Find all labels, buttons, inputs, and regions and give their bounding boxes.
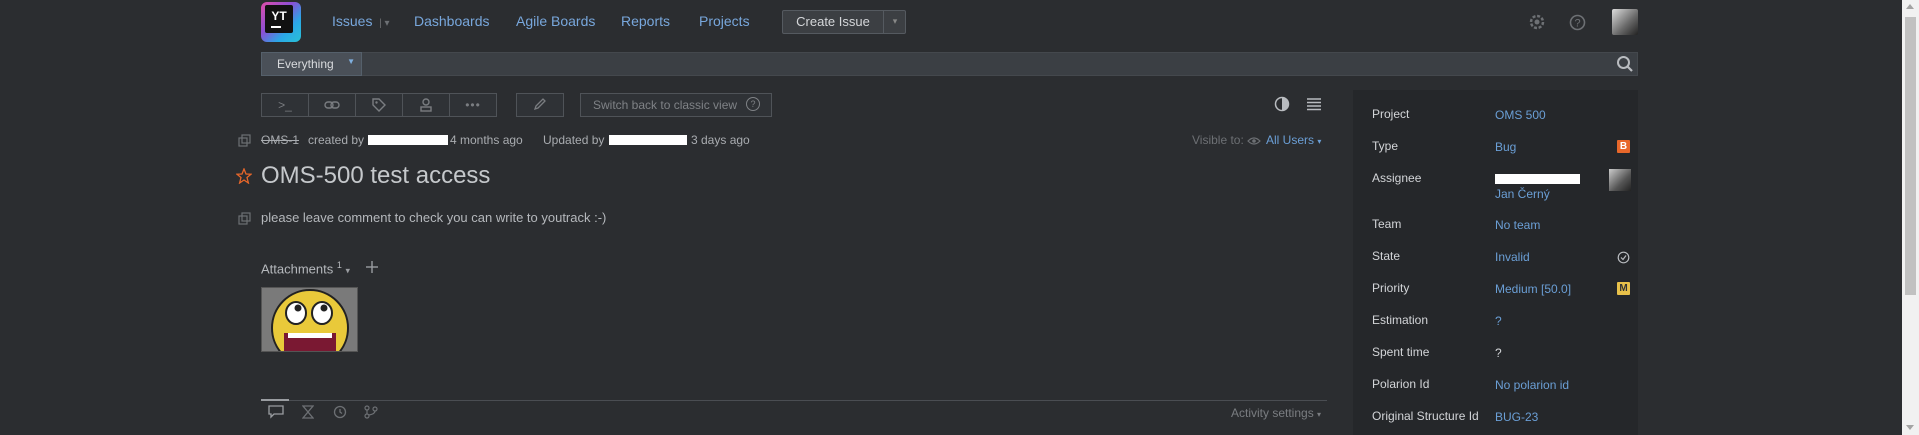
nav-issues[interactable]: Issues | ▾ xyxy=(332,13,390,29)
activity-divider xyxy=(261,400,1327,401)
nav-agile-boards[interactable]: Agile Boards xyxy=(516,13,595,29)
pencil-icon xyxy=(533,97,547,114)
attachments-header: Attachments 1 ▾ xyxy=(261,260,350,276)
nav-projects[interactable]: Projects xyxy=(699,13,750,29)
redacted-updater xyxy=(609,135,687,145)
field-project-key: Project xyxy=(1372,107,1410,121)
search-scope-label: Everything xyxy=(277,57,334,71)
link-icon[interactable] xyxy=(309,94,356,116)
priority-badge-icon: M xyxy=(1617,282,1630,295)
command-icon[interactable]: >_ xyxy=(262,94,309,116)
switch-classic-view-button[interactable]: Switch back to classic view ? xyxy=(580,93,772,117)
page-scrollbar[interactable] xyxy=(1902,0,1919,435)
logo-bar xyxy=(271,26,281,28)
nav-dashboards[interactable]: Dashboards xyxy=(414,13,490,29)
list-view-icon[interactable] xyxy=(1306,97,1322,114)
field-polarion-id-key: Polarion Id xyxy=(1372,377,1430,391)
field-assignee-value[interactable]: Jan Černý xyxy=(1495,187,1550,201)
field-original-structure-id-key: Original Structure Id xyxy=(1372,409,1479,423)
field-estimation-key: Estimation xyxy=(1372,313,1429,327)
activity-tab-indicator xyxy=(261,399,289,401)
theme-toggle-icon[interactable] xyxy=(1274,96,1290,115)
field-assignee-key: Assignee xyxy=(1372,171,1422,185)
state-icon xyxy=(1617,251,1630,267)
command-icon-glyph: >_ xyxy=(278,98,292,112)
more-icon[interactable]: ••• xyxy=(450,94,496,116)
work-items-tab-icon[interactable] xyxy=(301,405,315,422)
search-scope-select[interactable]: Everything ▼ xyxy=(261,52,362,76)
scroll-down-arrow-icon[interactable] xyxy=(1906,425,1914,430)
field-priority-key: Priority xyxy=(1372,281,1410,295)
svg-text:?: ? xyxy=(1574,18,1580,30)
redacted-assignee xyxy=(1495,174,1580,184)
chevron-down-icon: ▾ xyxy=(1317,410,1322,419)
search-icon[interactable] xyxy=(1616,55,1634,73)
issue-toolbar: >_ ••• xyxy=(261,93,497,117)
vote-icon[interactable] xyxy=(403,94,450,116)
field-state-key: State xyxy=(1372,249,1401,263)
assignee-avatar xyxy=(1609,169,1631,191)
vcs-changes-tab-icon[interactable] xyxy=(364,405,378,422)
edit-button[interactable] xyxy=(516,93,564,117)
visible-to-select[interactable]: All Users ▾ xyxy=(1266,133,1321,147)
field-original-structure-id-value[interactable]: BUG-23 xyxy=(1495,410,1538,424)
comments-tab-icon[interactable] xyxy=(268,405,284,422)
help-icon[interactable]: ? xyxy=(1569,14,1586,34)
user-avatar[interactable] xyxy=(1612,9,1638,35)
chevron-down-icon: ▼ xyxy=(347,57,355,66)
field-type-key: Type xyxy=(1372,139,1399,153)
created-by-label: created by xyxy=(308,133,365,147)
issue-title[interactable]: OMS-500 test access xyxy=(261,162,490,190)
more-icon-glyph: ••• xyxy=(465,98,481,112)
chevron-down-icon[interactable]: ▾ xyxy=(346,265,351,275)
nav-issues-dropdown-icon[interactable]: | ▾ xyxy=(376,18,389,29)
search-input[interactable] xyxy=(261,52,1638,76)
logo-text: YT xyxy=(265,5,293,33)
settings-icon[interactable] xyxy=(1529,14,1545,33)
attachments-label: Attachments xyxy=(261,261,334,277)
activity-settings[interactable]: Activity settings ▾ xyxy=(1231,406,1321,420)
history-tab-icon[interactable] xyxy=(333,405,347,422)
chevron-down-icon: ▾ xyxy=(1317,137,1322,146)
switch-classic-view-label: Switch back to classic view xyxy=(593,98,738,112)
field-polarion-id-value[interactable]: No polarion id xyxy=(1495,378,1569,392)
activity-settings-label: Activity settings xyxy=(1231,406,1314,420)
scrollbar-thumb[interactable] xyxy=(1905,17,1916,295)
copy-icon[interactable] xyxy=(238,134,252,151)
youtrack-logo[interactable]: YT xyxy=(261,2,301,42)
created-ago: 4 months ago xyxy=(450,133,523,147)
create-issue-button[interactable]: Create Issue ▾ xyxy=(782,10,906,34)
attachment-thumbnail[interactable] xyxy=(261,287,358,352)
field-team-key: Team xyxy=(1372,217,1402,231)
field-spent-time-key: Spent time xyxy=(1372,345,1430,359)
issue-description[interactable]: please leave comment to check you can wr… xyxy=(261,210,606,225)
nav-reports[interactable]: Reports xyxy=(621,13,670,29)
question-icon: ? xyxy=(746,97,760,111)
nav-issues-label: Issues xyxy=(332,13,373,29)
field-estimation-value[interactable]: ? xyxy=(1495,314,1502,328)
visible-to-value: All Users xyxy=(1266,133,1315,147)
eye-icon xyxy=(1247,135,1261,149)
field-state-value[interactable]: Invalid xyxy=(1495,250,1530,264)
create-issue-label: Create Issue xyxy=(796,14,870,29)
field-team-value[interactable]: No team xyxy=(1495,218,1540,232)
issue-id-text: OMS-1 xyxy=(261,133,300,147)
issue-id[interactable]: OMS-1 xyxy=(261,133,299,147)
copy-icon[interactable] xyxy=(238,212,252,229)
field-spent-time-value[interactable]: ? xyxy=(1495,346,1502,360)
add-attachment-icon[interactable] xyxy=(365,260,379,277)
updated-by-label: Updated by xyxy=(543,133,605,147)
type-badge-icon: B xyxy=(1617,140,1630,153)
scroll-up-arrow-icon[interactable] xyxy=(1906,4,1914,9)
visible-to-label: Visible to: xyxy=(1192,133,1244,147)
create-issue-dropdown-icon[interactable]: ▾ xyxy=(883,11,906,33)
tag-icon[interactable] xyxy=(356,94,403,116)
attachments-count: 1 xyxy=(336,260,342,270)
star-icon[interactable] xyxy=(235,167,253,187)
redacted-creator xyxy=(368,135,448,145)
field-project-value[interactable]: OMS 500 xyxy=(1495,108,1546,122)
field-type-value[interactable]: Bug xyxy=(1495,140,1516,154)
field-priority-value[interactable]: Medium [50.0] xyxy=(1495,282,1571,296)
updated-ago: 3 days ago xyxy=(691,133,750,147)
